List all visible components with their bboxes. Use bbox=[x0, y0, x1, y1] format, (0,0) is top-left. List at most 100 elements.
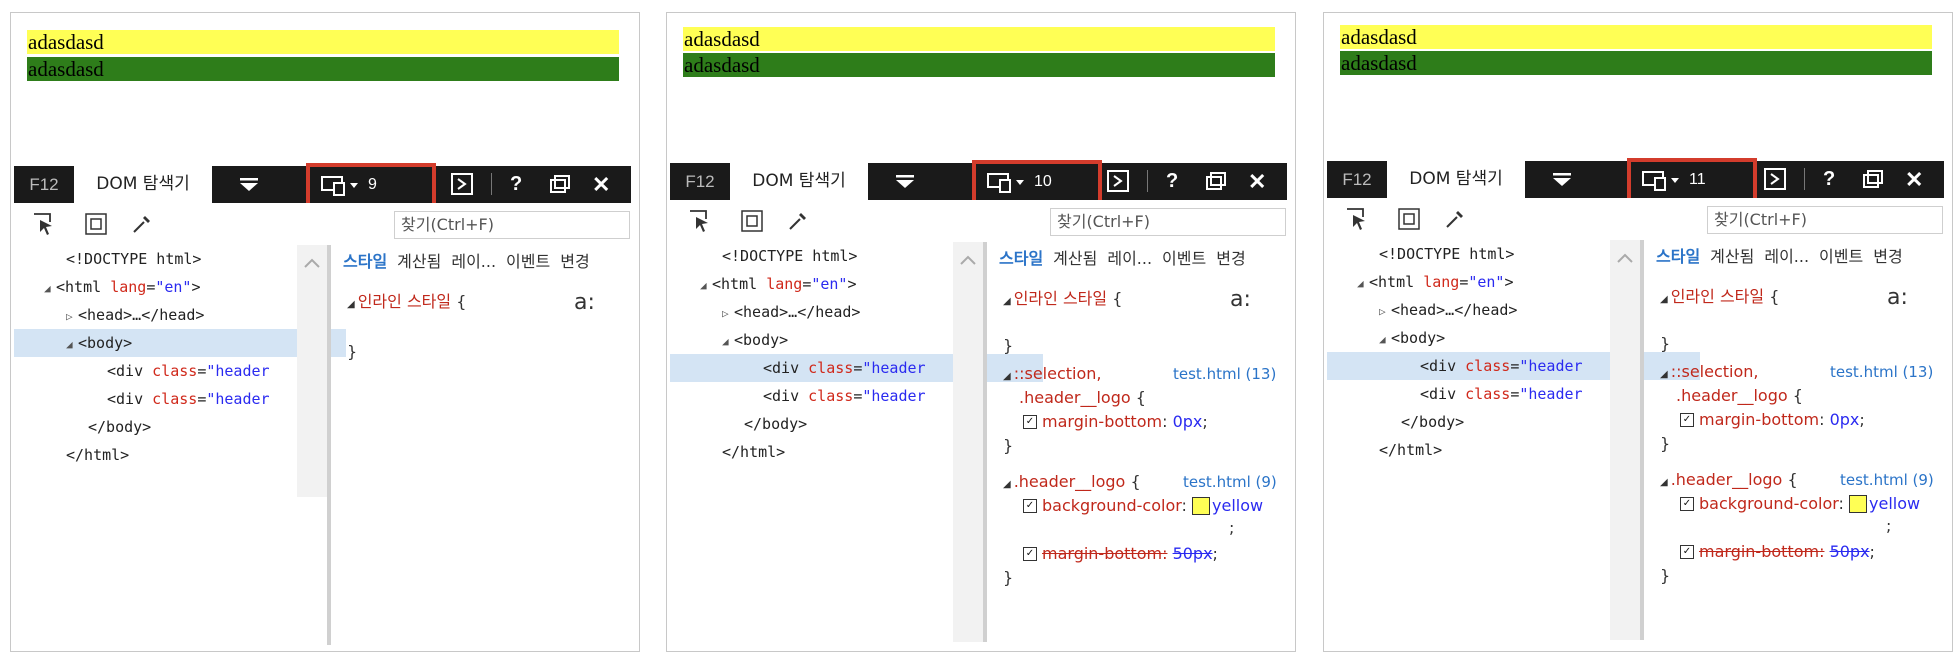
undock-icon[interactable] bbox=[1863, 170, 1883, 188]
tab-layout[interactable]: 레이... bbox=[1764, 247, 1809, 266]
tab-layout[interactable]: 레이... bbox=[451, 252, 496, 271]
property-checkbox[interactable]: ✓ bbox=[1680, 496, 1694, 511]
dom-toolbar: 찾기(Ctrl+F) bbox=[670, 200, 1287, 242]
inline-style-rule: ◢ 인라인 스타일 { bbox=[1660, 287, 1780, 306]
close-button[interactable]: ✕ bbox=[1905, 161, 1923, 198]
dom-tree: <!DOCTYPE html> ◢ <html lang="en"> ▷ <head… bbox=[14, 245, 346, 497]
tab-layout[interactable]: 레이... bbox=[1107, 249, 1152, 268]
highlight-elements-icon[interactable] bbox=[1397, 207, 1421, 231]
header-logo-yellow: adasdasd bbox=[683, 27, 1275, 51]
rule-selection-prop[interactable]: ✓ margin-bottom: 0px; bbox=[1680, 408, 1865, 432]
help-button[interactable]: ? bbox=[510, 166, 522, 203]
tab-computed[interactable]: 계산됨 bbox=[397, 252, 441, 271]
devtools-toolbar: F12 DOM 탐색기 11 ? ✕ bbox=[1327, 158, 1944, 210]
tree-node-html[interactable]: ◢ <html lang="en"> bbox=[14, 273, 324, 301]
scroll-up-icon[interactable] bbox=[303, 257, 321, 269]
f12-label: F12 bbox=[1342, 170, 1372, 189]
rule-logo-prop-bg[interactable]: ✓ background-color: yellow bbox=[1680, 492, 1920, 516]
styles-tabs: 스타일 계산됨 레이... 이벤트 변경 bbox=[999, 242, 1256, 276]
color-picker-icon[interactable] bbox=[1443, 207, 1467, 231]
rule-selection-source-link[interactable]: test.html (13) bbox=[1173, 362, 1276, 386]
tree-node-html[interactable]: ◢ <html lang="en"> bbox=[1327, 268, 1637, 296]
tab-styles[interactable]: 스타일 bbox=[343, 252, 387, 271]
tab-styles[interactable]: 스타일 bbox=[999, 249, 1043, 268]
rule-selection-prop[interactable]: ✓ margin-bottom: 0px; bbox=[1023, 410, 1208, 434]
tab-computed[interactable]: 계산됨 bbox=[1053, 249, 1097, 268]
pseudo-state-toggle[interactable]: a: bbox=[574, 290, 595, 315]
tools-dropdown-icon[interactable] bbox=[238, 178, 260, 192]
help-button[interactable]: ? bbox=[1166, 163, 1178, 200]
tree-scrollbar[interactable] bbox=[1610, 240, 1640, 640]
find-input[interactable]: 찾기(Ctrl+F) bbox=[1707, 206, 1943, 234]
find-input[interactable]: 찾기(Ctrl+F) bbox=[1050, 208, 1286, 236]
tab-dom-explorer[interactable]: DOM 탐색기 bbox=[730, 163, 868, 200]
separator bbox=[1804, 168, 1805, 190]
dom-toolbar: 찾기(Ctrl+F) bbox=[1327, 198, 1944, 240]
undock-icon[interactable] bbox=[1206, 172, 1226, 190]
console-icon[interactable] bbox=[1107, 170, 1129, 192]
tree-scrollbar[interactable] bbox=[297, 245, 327, 497]
tab-events[interactable]: 이벤트 bbox=[1162, 249, 1206, 268]
undock-icon[interactable] bbox=[550, 175, 570, 193]
tab-dom-explorer[interactable]: DOM 탐색기 bbox=[74, 166, 212, 203]
tab-events[interactable]: 이벤트 bbox=[506, 252, 550, 271]
rule-logo-prop-margin[interactable]: ✓ margin-bottom: 50px; bbox=[1680, 540, 1875, 564]
pseudo-state-toggle[interactable]: a: bbox=[1887, 285, 1908, 310]
tools-dropdown-icon[interactable] bbox=[894, 175, 916, 189]
rule-logo-close: } bbox=[1660, 566, 1671, 585]
console-icon[interactable] bbox=[1764, 168, 1786, 190]
select-element-icon[interactable] bbox=[688, 209, 712, 233]
header-logo-yellow: adasdasd bbox=[27, 30, 619, 54]
rule-logo-prop-margin[interactable]: ✓ margin-bottom: 50px; bbox=[1023, 542, 1218, 566]
tab-events[interactable]: 이벤트 bbox=[1819, 247, 1863, 266]
devtools-panel-ie9: adasdasd adasdasd F12 DOM 탐색기 9 ? ✕ 찾기(C… bbox=[10, 12, 640, 652]
highlight-elements-icon[interactable] bbox=[84, 212, 108, 236]
rule-selection-selector-2: .header__logo { bbox=[1676, 386, 1803, 405]
styles-tabs: 스타일 계산됨 레이... 이벤트 변경 bbox=[343, 245, 600, 279]
color-picker-icon[interactable] bbox=[786, 209, 810, 233]
rule-logo-source-link[interactable]: test.html (9) bbox=[1840, 468, 1934, 492]
inline-close-brace: } bbox=[1660, 334, 1671, 353]
inline-close-brace: } bbox=[1003, 336, 1014, 355]
tools-dropdown-icon[interactable] bbox=[1551, 173, 1573, 187]
inline-style-rule: ◢ 인라인 스타일 { bbox=[1003, 289, 1123, 308]
property-checkbox[interactable]: ✓ bbox=[1680, 412, 1694, 427]
console-icon[interactable] bbox=[451, 173, 473, 195]
dom-toolbar: 찾기(Ctrl+F) bbox=[14, 203, 631, 245]
color-picker-icon[interactable] bbox=[130, 212, 154, 236]
select-element-icon[interactable] bbox=[1345, 207, 1369, 231]
tree-node-html[interactable]: ◢ <html lang="en"> bbox=[670, 270, 980, 298]
separator bbox=[491, 173, 492, 195]
tab-dom-explorer[interactable]: DOM 탐색기 bbox=[1387, 161, 1525, 198]
property-checkbox[interactable]: ✓ bbox=[1023, 414, 1037, 429]
property-checkbox[interactable]: ✓ bbox=[1680, 544, 1694, 559]
rule-logo-prop-bg[interactable]: ✓ background-color: yellow bbox=[1023, 494, 1263, 518]
highlight-elements-icon[interactable] bbox=[740, 209, 764, 233]
color-swatch[interactable] bbox=[1192, 496, 1211, 515]
rule-selection-source-link[interactable]: test.html (13) bbox=[1830, 360, 1933, 384]
select-element-icon[interactable] bbox=[32, 212, 56, 236]
rule-logo-source-link[interactable]: test.html (9) bbox=[1183, 470, 1277, 494]
f12-label: F12 bbox=[29, 175, 59, 194]
find-input[interactable]: 찾기(Ctrl+F) bbox=[394, 211, 630, 239]
color-swatch[interactable] bbox=[1849, 494, 1868, 513]
rule-logo-selector: ◢ .header__logo { bbox=[1660, 470, 1798, 489]
devtools-panel-ie11: adasdasd adasdasd F12 DOM 탐색기 11 ? ✕ 찾기(… bbox=[1323, 12, 1953, 652]
tree-scrollbar[interactable] bbox=[953, 242, 983, 642]
scroll-up-icon[interactable] bbox=[959, 254, 977, 266]
help-button[interactable]: ? bbox=[1823, 161, 1835, 198]
inline-close-brace: } bbox=[347, 342, 358, 361]
tab-changes[interactable]: 변경 bbox=[560, 252, 589, 271]
pseudo-state-toggle[interactable]: a: bbox=[1230, 287, 1251, 312]
tab-changes[interactable]: 변경 bbox=[1216, 249, 1245, 268]
tab-styles[interactable]: 스타일 bbox=[1656, 247, 1700, 266]
tab-computed[interactable]: 계산됨 bbox=[1710, 247, 1754, 266]
tab-changes[interactable]: 변경 bbox=[1873, 247, 1902, 266]
property-checkbox[interactable]: ✓ bbox=[1023, 546, 1037, 561]
rule-selection-close: } bbox=[1003, 436, 1014, 455]
close-button[interactable]: ✕ bbox=[1248, 163, 1266, 200]
close-button[interactable]: ✕ bbox=[592, 166, 610, 203]
scroll-up-icon[interactable] bbox=[1616, 252, 1634, 264]
styles-tabs: 스타일 계산됨 레이... 이벤트 변경 bbox=[1656, 240, 1913, 274]
property-checkbox[interactable]: ✓ bbox=[1023, 498, 1037, 513]
